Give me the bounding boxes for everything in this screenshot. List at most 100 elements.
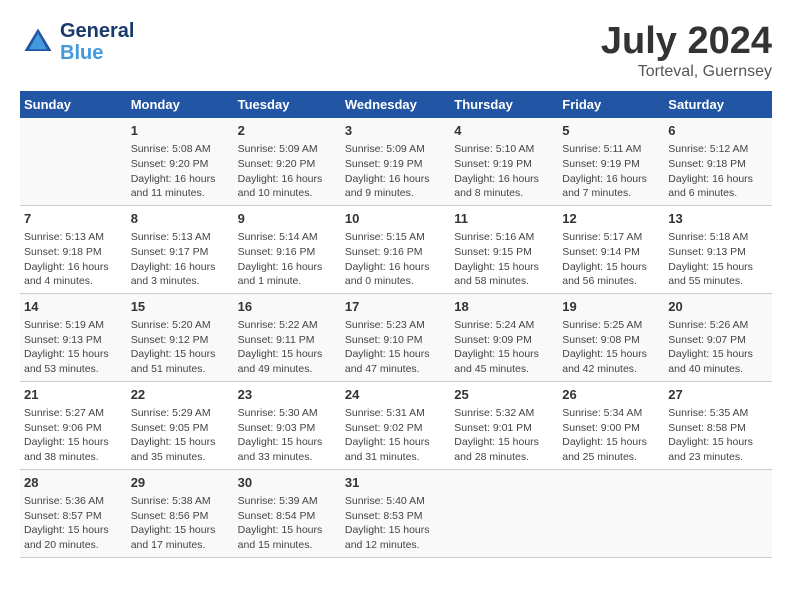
day-number: 17 — [345, 298, 446, 316]
day-cell: 29 Sunrise: 5:38 AM Sunset: 8:56 PM Dayli… — [127, 469, 234, 557]
logo-text: General Blue — [60, 20, 134, 64]
day-info: Sunrise: 5:20 AM Sunset: 9:12 PM Dayligh… — [131, 318, 230, 377]
day-number: 3 — [345, 122, 446, 140]
day-number: 10 — [345, 210, 446, 228]
day-number: 8 — [131, 210, 230, 228]
day-number: 5 — [562, 122, 660, 140]
day-number: 4 — [454, 122, 554, 140]
day-number: 21 — [24, 386, 123, 404]
day-info: Sunrise: 5:11 AM Sunset: 9:19 PM Dayligh… — [562, 142, 660, 201]
day-cell: 8 Sunrise: 5:13 AM Sunset: 9:17 PM Daylig… — [127, 205, 234, 293]
day-info: Sunrise: 5:10 AM Sunset: 9:19 PM Dayligh… — [454, 142, 554, 201]
day-number: 31 — [345, 474, 446, 492]
day-info: Sunrise: 5:18 AM Sunset: 9:13 PM Dayligh… — [668, 230, 768, 289]
day-number: 2 — [238, 122, 337, 140]
day-cell — [450, 469, 558, 557]
day-cell: 14 Sunrise: 5:19 AM Sunset: 9:13 PM Dayli… — [20, 293, 127, 381]
day-info: Sunrise: 5:19 AM Sunset: 9:13 PM Dayligh… — [24, 318, 123, 377]
week-row-3: 14 Sunrise: 5:19 AM Sunset: 9:13 PM Dayli… — [20, 293, 772, 381]
day-info: Sunrise: 5:13 AM Sunset: 9:17 PM Dayligh… — [131, 230, 230, 289]
weekday-header-monday: Monday — [127, 91, 234, 118]
day-number: 29 — [131, 474, 230, 492]
calendar-table: SundayMondayTuesdayWednesdayThursdayFrid… — [20, 91, 772, 558]
weekday-header-sunday: Sunday — [20, 91, 127, 118]
day-info: Sunrise: 5:09 AM Sunset: 9:19 PM Dayligh… — [345, 142, 446, 201]
day-info: Sunrise: 5:27 AM Sunset: 9:06 PM Dayligh… — [24, 406, 123, 465]
day-number: 26 — [562, 386, 660, 404]
day-cell: 22 Sunrise: 5:29 AM Sunset: 9:05 PM Dayli… — [127, 381, 234, 469]
weekday-header-saturday: Saturday — [664, 91, 772, 118]
day-info: Sunrise: 5:23 AM Sunset: 9:10 PM Dayligh… — [345, 318, 446, 377]
day-number: 28 — [24, 474, 123, 492]
day-number: 9 — [238, 210, 337, 228]
page-header: General Blue July 2024 Torteval, Guernse… — [20, 20, 772, 81]
day-cell: 24 Sunrise: 5:31 AM Sunset: 9:02 PM Dayli… — [341, 381, 450, 469]
day-cell: 7Sunrise: 5:13 AM Sunset: 9:18 PM Daylig… — [20, 205, 127, 293]
day-number: 30 — [238, 474, 337, 492]
day-cell: 28Sunrise: 5:36 AM Sunset: 8:57 PM Dayli… — [20, 469, 127, 557]
day-info: Sunrise: 5:15 AM Sunset: 9:16 PM Dayligh… — [345, 230, 446, 289]
day-cell: 3 Sunrise: 5:09 AM Sunset: 9:19 PM Daylig… — [341, 118, 450, 205]
day-cell: 13 Sunrise: 5:18 AM Sunset: 9:13 PM Dayli… — [664, 205, 772, 293]
day-info: Sunrise: 5:40 AM Sunset: 8:53 PM Dayligh… — [345, 494, 446, 553]
day-info: Sunrise: 5:35 AM Sunset: 8:58 PM Dayligh… — [668, 406, 768, 465]
day-cell — [20, 118, 127, 205]
logo: General Blue — [20, 20, 134, 64]
day-number: 24 — [345, 386, 446, 404]
day-cell: 31 Sunrise: 5:40 AM Sunset: 8:53 PM Dayli… — [341, 469, 450, 557]
day-info: Sunrise: 5:25 AM Sunset: 9:08 PM Dayligh… — [562, 318, 660, 377]
day-cell: 6 Sunrise: 5:12 AM Sunset: 9:18 PM Daylig… — [664, 118, 772, 205]
day-info: Sunrise: 5:24 AM Sunset: 9:09 PM Dayligh… — [454, 318, 554, 377]
day-info: Sunrise: 5:26 AM Sunset: 9:07 PM Dayligh… — [668, 318, 768, 377]
day-number: 14 — [24, 298, 123, 316]
day-cell: 16Sunrise: 5:22 AM Sunset: 9:11 PM Dayli… — [234, 293, 341, 381]
day-info: Sunrise: 5:16 AM Sunset: 9:15 PM Dayligh… — [454, 230, 554, 289]
day-info: Sunrise: 5:34 AM Sunset: 9:00 PM Dayligh… — [562, 406, 660, 465]
day-info: Sunrise: 5:17 AM Sunset: 9:14 PM Dayligh… — [562, 230, 660, 289]
day-info: Sunrise: 5:09 AM Sunset: 9:20 PM Dayligh… — [238, 142, 337, 201]
day-cell: 9 Sunrise: 5:14 AM Sunset: 9:16 PM Daylig… — [234, 205, 341, 293]
day-cell: 20Sunrise: 5:26 AM Sunset: 9:07 PM Dayli… — [664, 293, 772, 381]
day-cell: 25Sunrise: 5:32 AM Sunset: 9:01 PM Dayli… — [450, 381, 558, 469]
day-number: 23 — [238, 386, 337, 404]
day-number: 15 — [131, 298, 230, 316]
weekday-header-friday: Friday — [558, 91, 664, 118]
day-info: Sunrise: 5:08 AM Sunset: 9:20 PM Dayligh… — [131, 142, 230, 201]
weekday-header-row: SundayMondayTuesdayWednesdayThursdayFrid… — [20, 91, 772, 118]
day-cell: 5 Sunrise: 5:11 AM Sunset: 9:19 PM Daylig… — [558, 118, 664, 205]
day-cell: 10 Sunrise: 5:15 AM Sunset: 9:16 PM Dayli… — [341, 205, 450, 293]
day-cell: 18 Sunrise: 5:24 AM Sunset: 9:09 PM Dayli… — [450, 293, 558, 381]
logo-icon — [20, 24, 56, 60]
weekday-header-tuesday: Tuesday — [234, 91, 341, 118]
day-info: Sunrise: 5:12 AM Sunset: 9:18 PM Dayligh… — [668, 142, 768, 201]
day-info: Sunrise: 5:38 AM Sunset: 8:56 PM Dayligh… — [131, 494, 230, 553]
day-cell: 21 Sunrise: 5:27 AM Sunset: 9:06 PM Dayli… — [20, 381, 127, 469]
day-info: Sunrise: 5:14 AM Sunset: 9:16 PM Dayligh… — [238, 230, 337, 289]
location: Torteval, Guernsey — [601, 63, 772, 81]
week-row-2: 7Sunrise: 5:13 AM Sunset: 9:18 PM Daylig… — [20, 205, 772, 293]
day-cell: 30Sunrise: 5:39 AM Sunset: 8:54 PM Dayli… — [234, 469, 341, 557]
day-number: 22 — [131, 386, 230, 404]
day-cell: 11Sunrise: 5:16 AM Sunset: 9:15 PM Dayli… — [450, 205, 558, 293]
day-cell: 15 Sunrise: 5:20 AM Sunset: 9:12 PM Dayli… — [127, 293, 234, 381]
day-info: Sunrise: 5:31 AM Sunset: 9:02 PM Dayligh… — [345, 406, 446, 465]
weekday-header-wednesday: Wednesday — [341, 91, 450, 118]
day-cell: 27Sunrise: 5:35 AM Sunset: 8:58 PM Dayli… — [664, 381, 772, 469]
day-info: Sunrise: 5:32 AM Sunset: 9:01 PM Dayligh… — [454, 406, 554, 465]
day-cell: 26 Sunrise: 5:34 AM Sunset: 9:00 PM Dayli… — [558, 381, 664, 469]
day-number: 1 — [131, 122, 230, 140]
week-row-4: 21 Sunrise: 5:27 AM Sunset: 9:06 PM Dayli… — [20, 381, 772, 469]
day-number: 13 — [668, 210, 768, 228]
day-cell: 23 Sunrise: 5:30 AM Sunset: 9:03 PM Dayli… — [234, 381, 341, 469]
day-cell — [664, 469, 772, 557]
day-number: 12 — [562, 210, 660, 228]
day-cell: 17 Sunrise: 5:23 AM Sunset: 9:10 PM Dayli… — [341, 293, 450, 381]
day-number: 6 — [668, 122, 768, 140]
day-info: Sunrise: 5:13 AM Sunset: 9:18 PM Dayligh… — [24, 230, 123, 289]
day-number: 19 — [562, 298, 660, 316]
day-number: 16 — [238, 298, 337, 316]
day-info: Sunrise: 5:30 AM Sunset: 9:03 PM Dayligh… — [238, 406, 337, 465]
weekday-header-thursday: Thursday — [450, 91, 558, 118]
day-info: Sunrise: 5:29 AM Sunset: 9:05 PM Dayligh… — [131, 406, 230, 465]
day-number: 18 — [454, 298, 554, 316]
